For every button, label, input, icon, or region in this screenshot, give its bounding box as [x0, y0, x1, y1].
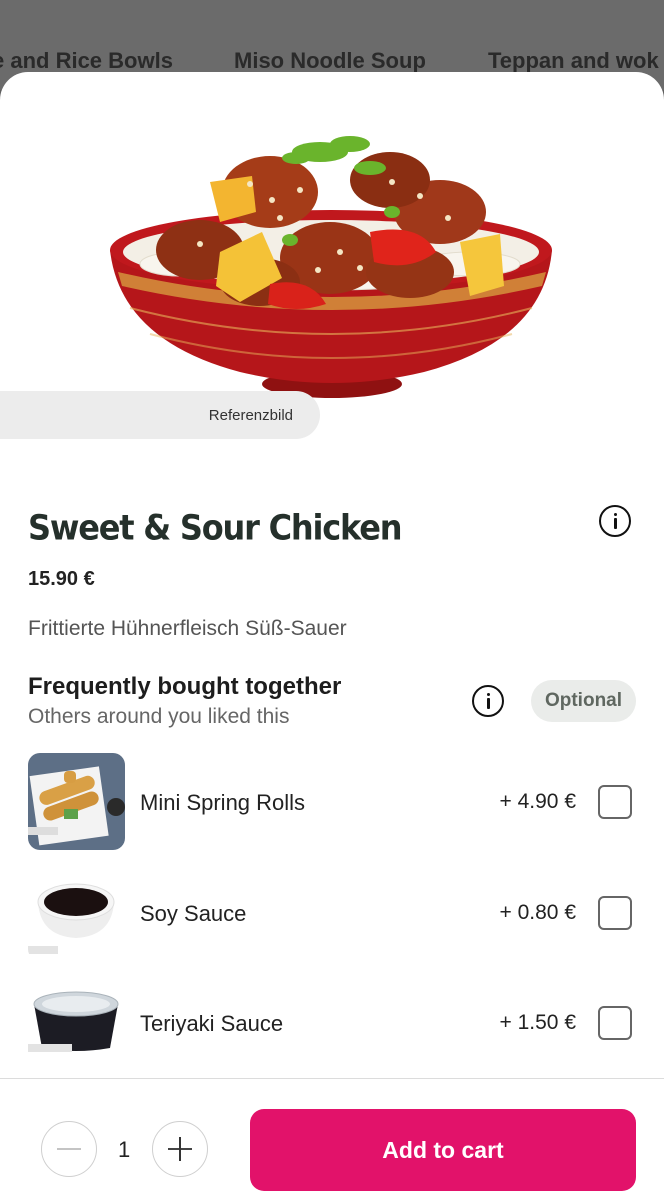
- info-icon[interactable]: [599, 505, 631, 537]
- upsell-item-checkbox[interactable]: [598, 785, 632, 819]
- category-tab-miso-noodle-soup[interactable]: Miso Noodle Soup: [234, 48, 426, 74]
- add-to-cart-button[interactable]: Add to cart: [250, 1109, 636, 1191]
- minus-icon[interactable]: [41, 1121, 97, 1177]
- upsell-item-price: + 4.90 €: [499, 790, 576, 813]
- upsell-item-teriyaki-sauce[interactable]: Teriyaki Sauce + 1.50 €: [0, 974, 664, 1074]
- upsell-item-mini-spring-rolls[interactable]: Mini Spring Rolls + 4.90 €: [0, 753, 664, 853]
- optional-badge: Optional: [531, 680, 636, 722]
- upsell-item-price: + 0.80 €: [499, 901, 576, 924]
- soy-sauce-thumbnail: [28, 864, 125, 961]
- upsell-item-name: Mini Spring Rolls: [140, 790, 306, 815]
- upsell-item-price: + 1.50 €: [499, 1011, 576, 1034]
- category-tab-teppan-wok[interactable]: Teppan and wok: [488, 48, 659, 74]
- plus-icon[interactable]: [152, 1121, 208, 1177]
- product-title: Sweet & Sour Chicken: [28, 507, 403, 549]
- upsell-item-checkbox[interactable]: [598, 1006, 632, 1040]
- spring-rolls-thumbnail: [28, 753, 125, 850]
- upsell-info-icon[interactable]: [472, 685, 504, 717]
- reference-image-badge: Referenzbild: [0, 391, 320, 439]
- upsell-item-checkbox[interactable]: [598, 896, 632, 930]
- cart-footer: 1 Add to cart: [0, 1078, 664, 1200]
- teriyaki-sauce-thumbnail: [28, 974, 125, 1071]
- upsell-item-name: Teriyaki Sauce: [140, 1011, 284, 1036]
- product-sheet: Referenzbild Sweet & Sour Chicken 15.90 …: [0, 72, 664, 1200]
- category-tab-rice-bowls[interactable]: e and Rice Bowls: [0, 48, 173, 74]
- quantity-value: 1: [118, 1137, 131, 1162]
- upsell-title: Frequently bought together: [28, 673, 342, 700]
- upsell-subtitle: Others around you liked this: [28, 705, 290, 728]
- product-price: 15.90 €: [28, 568, 95, 590]
- upsell-item-name: Soy Sauce: [140, 901, 247, 926]
- upsell-item-soy-sauce[interactable]: Soy Sauce + 0.80 €: [0, 864, 664, 964]
- product-description: Frittierte Hühnerfleisch Süß-Sauer: [28, 617, 347, 640]
